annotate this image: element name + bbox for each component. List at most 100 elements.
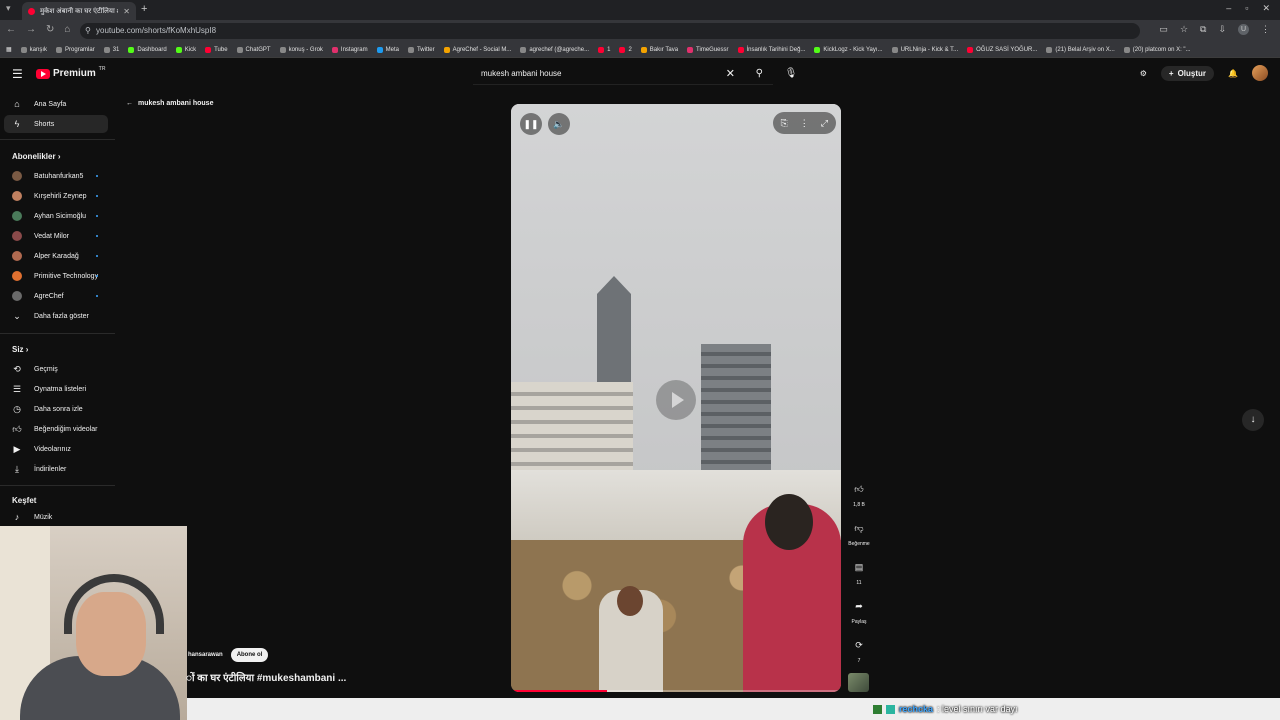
bookmark-item[interactable]: Instagram — [331, 46, 368, 53]
pause-icon[interactable]: ❚❚ — [520, 113, 542, 135]
bookmark-item[interactable]: Programlar — [56, 46, 95, 53]
account-avatar[interactable] — [1252, 65, 1268, 81]
sidebar-item[interactable]: ▶ Videolarınız — [4, 440, 108, 458]
create-button[interactable]: + Oluştur — [1160, 65, 1215, 81]
search-icon[interactable]: ⚲ — [756, 63, 763, 85]
more-options-icon[interactable]: ⋮ — [800, 118, 809, 129]
sidebar-item-home[interactable]: ⌂ Ana Sayfa — [4, 95, 108, 113]
next-short-arrow-down-icon[interactable]: ↓ — [1242, 409, 1264, 431]
bookmark-item[interactable]: Dashboard — [128, 46, 167, 53]
short-title[interactable]: ों का घर एंटीलिया #mukeshambani ... — [186, 670, 346, 684]
apps-icon[interactable]: ▦ — [6, 46, 12, 53]
forward-icon[interactable]: → — [26, 24, 36, 35]
hamburger-menu-icon[interactable]: ☰ — [12, 67, 23, 81]
dislike-button[interactable]: 👎︎ Beğenme — [846, 519, 872, 547]
new-tab-icon[interactable]: + — [141, 3, 147, 15]
minimize-icon[interactable]: – — [1226, 3, 1231, 14]
like-button[interactable]: 👍︎ 1,8 B — [846, 480, 872, 508]
sidebar-subscription-item[interactable]: Alper Karadağ — [4, 247, 108, 265]
bookmark-item[interactable]: (20) platcom on X: "... — [1123, 46, 1191, 53]
center-play-icon[interactable] — [656, 380, 696, 420]
fullscreen-icon[interactable]: ⤢ — [821, 118, 828, 129]
share-label: Paylaş — [851, 619, 867, 625]
site-info-icon[interactable]: ⚲ — [85, 23, 91, 39]
voice-search-icon[interactable]: 🎙 — [782, 65, 800, 83]
bookmark-item[interactable]: Tube — [205, 46, 228, 53]
sidebar-item[interactable]: ♪ Müzik — [4, 508, 108, 526]
youtube-play-logo-icon — [36, 68, 50, 79]
volume-icon[interactable]: 🔈 — [548, 113, 570, 135]
shorts-video-player[interactable]: ❚❚ 🔈 ⎘ ⋮ ⤢ — [511, 104, 841, 692]
bookmark-item[interactable]: kanşık — [20, 46, 47, 53]
logo-text: Premium — [53, 68, 96, 79]
youtube-logo[interactable]: Premium TR — [36, 66, 105, 79]
bookmark-item[interactable]: ChatGPT — [236, 46, 271, 53]
channel-name[interactable]: hansarawan — [188, 652, 223, 658]
comments-button[interactable]: ▤ 11 — [846, 558, 872, 586]
bookmark-item[interactable]: AgreChef - Social M... — [443, 46, 511, 53]
you-heading[interactable]: Siz › — [12, 345, 28, 354]
progress-bar[interactable] — [511, 690, 841, 692]
tab-search-icon[interactable]: ▾ — [6, 3, 11, 14]
close-tab-icon[interactable]: ✕ — [123, 7, 130, 16]
notifications-bell-icon[interactable]: 🔔 — [1228, 69, 1238, 78]
bookmark-item[interactable]: TimeGuessr — [687, 46, 729, 53]
bookmark-item[interactable]: konuş - Grok — [279, 46, 323, 53]
sidebar-subscription-item[interactable]: Ayhan Sicimoğlu — [4, 207, 108, 225]
clear-search-icon[interactable]: ✕ — [726, 63, 735, 85]
search-input[interactable]: mukesh ambani house ✕ ⚲ — [473, 63, 773, 85]
remix-button[interactable]: ⟳ 7 — [846, 636, 872, 664]
extensions-icon[interactable]: ⧉ — [1200, 24, 1206, 35]
url-input[interactable]: ⚲ youtube.com/shorts/fKoMxhUspI8 — [80, 23, 1140, 39]
menu-icon[interactable]: ⋮ — [1261, 24, 1270, 35]
bookmark-item[interactable]: OĞUZ SASİ YOĞUR... — [967, 46, 1038, 53]
sidebar-item-label: Müzik — [34, 513, 53, 521]
maximize-icon[interactable]: ▫ — [1245, 3, 1248, 14]
bookmark-item[interactable]: Bakır Tava — [640, 46, 678, 53]
sidebar-subscription-item[interactable]: Batuhanfurkan5 — [4, 167, 108, 185]
bookmark-label: Kick — [184, 46, 197, 53]
new-content-dot-icon — [96, 235, 98, 237]
bookmark-item[interactable]: Meta — [376, 46, 399, 53]
subscriptions-heading[interactable]: Abonelikler › — [12, 152, 60, 161]
show-more-button[interactable]: ⌄ Daha fazla göster — [4, 307, 108, 325]
reload-icon[interactable]: ↻ — [46, 24, 54, 35]
sidebar-subscription-item[interactable]: Kırşehirli Zeynep — [4, 187, 108, 205]
subscribe-button[interactable]: Abone ol — [230, 648, 269, 662]
profile-avatar[interactable]: U — [1238, 24, 1249, 35]
close-window-icon[interactable]: ✕ — [1262, 3, 1270, 14]
sidebar-subscription-item[interactable]: Primitive Technology — [4, 267, 108, 285]
recommended-icon[interactable]: ⚙ — [1140, 69, 1147, 78]
bookmark-item[interactable]: 1 — [598, 46, 610, 53]
new-content-dot-icon — [96, 215, 98, 217]
back-icon[interactable]: ← — [6, 24, 16, 35]
cast-icon[interactable]: ▭ — [1159, 24, 1168, 35]
browser-tab-active[interactable]: मुकेश अंबानी का घर एंटीलिया #m... ✕ — [22, 2, 136, 20]
bookmark-item[interactable]: Kick — [175, 46, 197, 53]
sidebar-item[interactable]: 👍︎ Beğendiğim videolar — [4, 420, 108, 438]
bookmark-item[interactable]: 2 — [619, 46, 632, 53]
downloads-icon[interactable]: ⇩ — [1218, 24, 1226, 35]
bookmark-item[interactable]: İnsanlık Tarihini Değ... — [737, 46, 805, 53]
bookmark-item[interactable]: URLNinja - Kick & T... — [891, 46, 958, 53]
sidebar-item[interactable]: ☰ Oynatma listeleri — [4, 380, 108, 398]
captions-icon[interactable]: ⎘ — [781, 118, 788, 129]
sidebar-item[interactable]: ⤓ İndirilenler — [4, 460, 108, 478]
bookmark-star-icon[interactable]: ☆ — [1180, 24, 1188, 35]
bookmark-item[interactable]: Twitter — [407, 46, 435, 53]
share-button[interactable]: ➦ Paylaş — [846, 597, 872, 625]
bookmark-item[interactable]: 31 — [103, 46, 119, 53]
sidebar-item-shorts[interactable]: ϟ Shorts — [4, 115, 108, 133]
sidebar-subscription-item[interactable]: Vedat Milor — [4, 227, 108, 245]
sidebar-subscription-item[interactable]: AgreChef — [4, 287, 108, 305]
home-icon[interactable]: ⌂ — [64, 24, 70, 35]
bookmark-item[interactable]: (21) Belal Arşiv on X... — [1046, 46, 1115, 53]
bookmark-item[interactable]: KickLogz - Kick Yayı... — [814, 46, 883, 53]
shorts-back-link[interactable]: ← mukesh ambani house — [126, 100, 213, 107]
bookmark-item[interactable]: agrechef (@agreche... — [520, 46, 589, 53]
sidebar-item[interactable]: ◷ Daha sonra izle — [4, 400, 108, 418]
sound-thumbnail[interactable] — [848, 673, 869, 692]
bookmark-label: OĞUZ SASİ YOĞUR... — [976, 46, 1038, 53]
sidebar-item-label: Primitive Technology — [34, 272, 99, 280]
sidebar-item[interactable]: ⟲ Geçmiş — [4, 360, 108, 378]
